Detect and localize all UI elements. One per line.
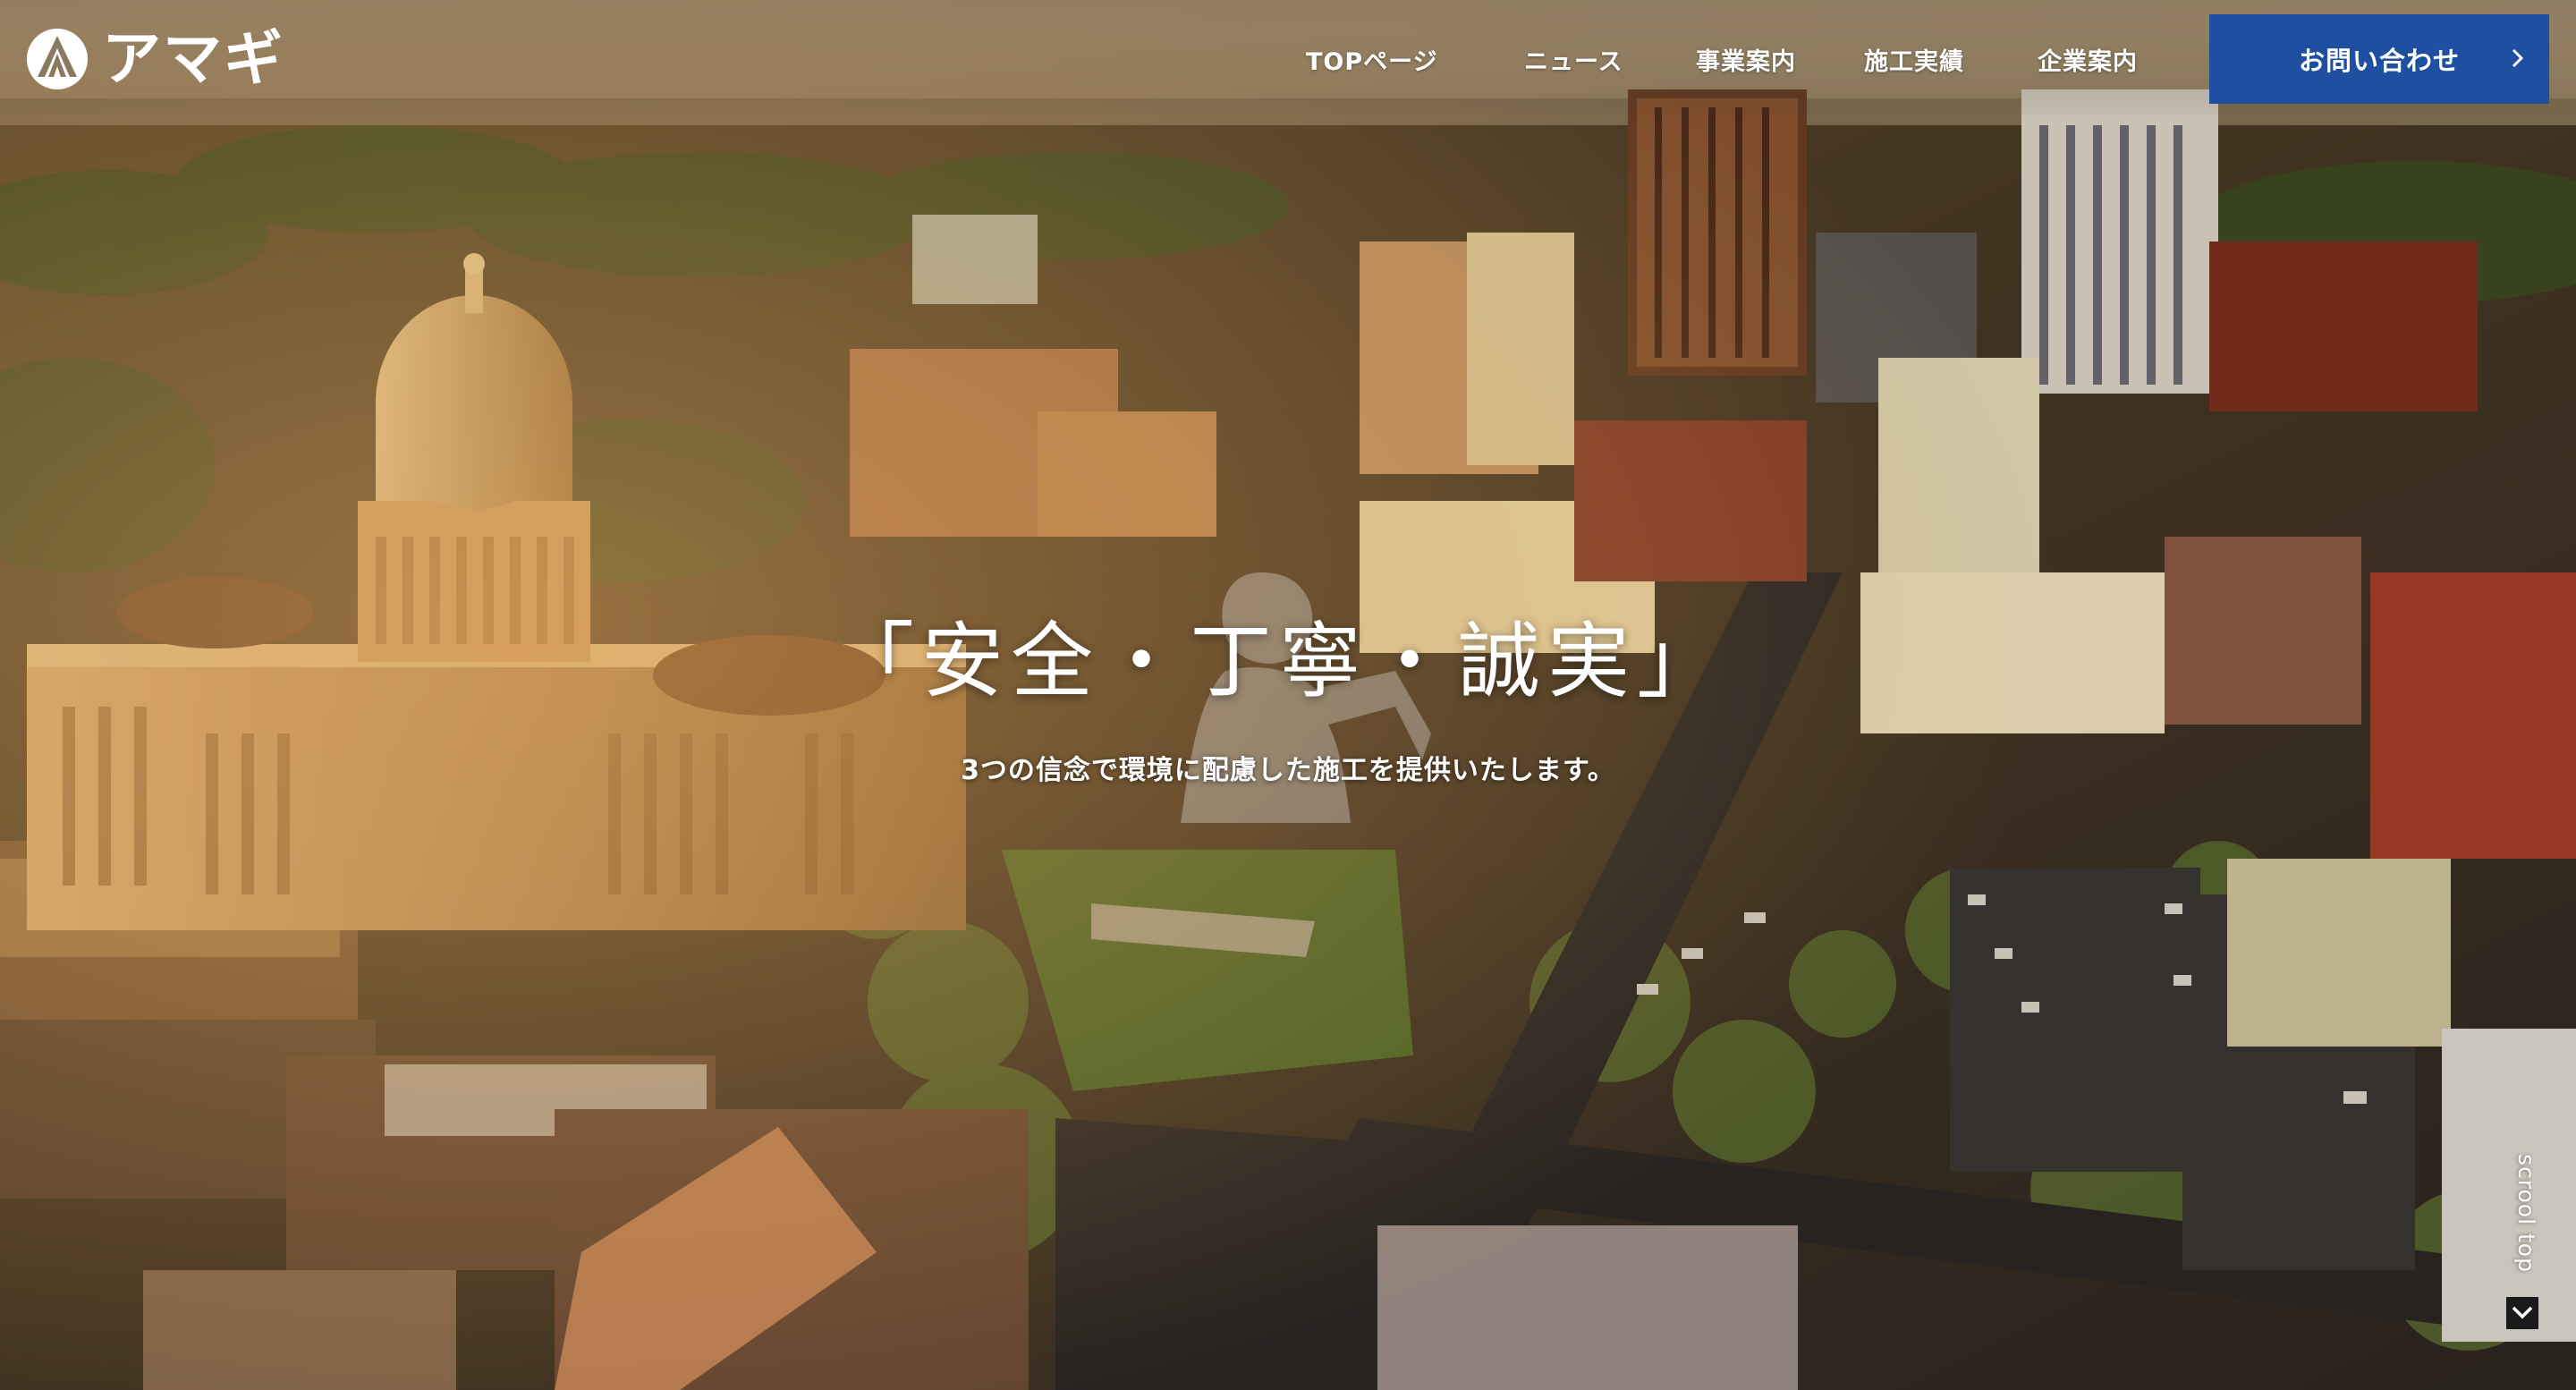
a-triangle-logo-icon	[27, 29, 88, 89]
nav-item-business[interactable]: 事業案内	[1696, 42, 1796, 77]
hero-headline: 「安全・丁寧・誠実」	[831, 614, 1726, 709]
chevron-down-icon[interactable]	[2504, 1295, 2540, 1331]
scroll-top-label: scrool top	[2513, 1154, 2539, 1273]
nav-item-company[interactable]: 企業案内	[2038, 42, 2138, 77]
nav-item-works[interactable]: 施工実績	[1864, 42, 1964, 77]
brand-name: アマギ	[102, 24, 284, 93]
nav-item-top[interactable]: TOPページ	[1306, 42, 1438, 77]
hero-subline: 3つの信念で環境に配慮した施工を提供いたします。	[961, 755, 1615, 786]
contact-button-label: お問い合わせ	[2298, 46, 2460, 76]
chevron-right-icon	[2512, 48, 2524, 68]
site-header: アマギ TOPページ ニュース 事業案内 施工実績 企業案内 お問い合わせ	[0, 0, 2576, 114]
contact-button[interactable]: お問い合わせ	[2209, 14, 2549, 104]
page: アマギ TOPページ ニュース 事業案内 施工実績 企業案内 お問い合わせ 「安…	[0, 0, 2576, 1390]
logo[interactable]: アマギ	[25, 25, 284, 93]
nav-item-news[interactable]: ニュース	[1524, 42, 1623, 77]
